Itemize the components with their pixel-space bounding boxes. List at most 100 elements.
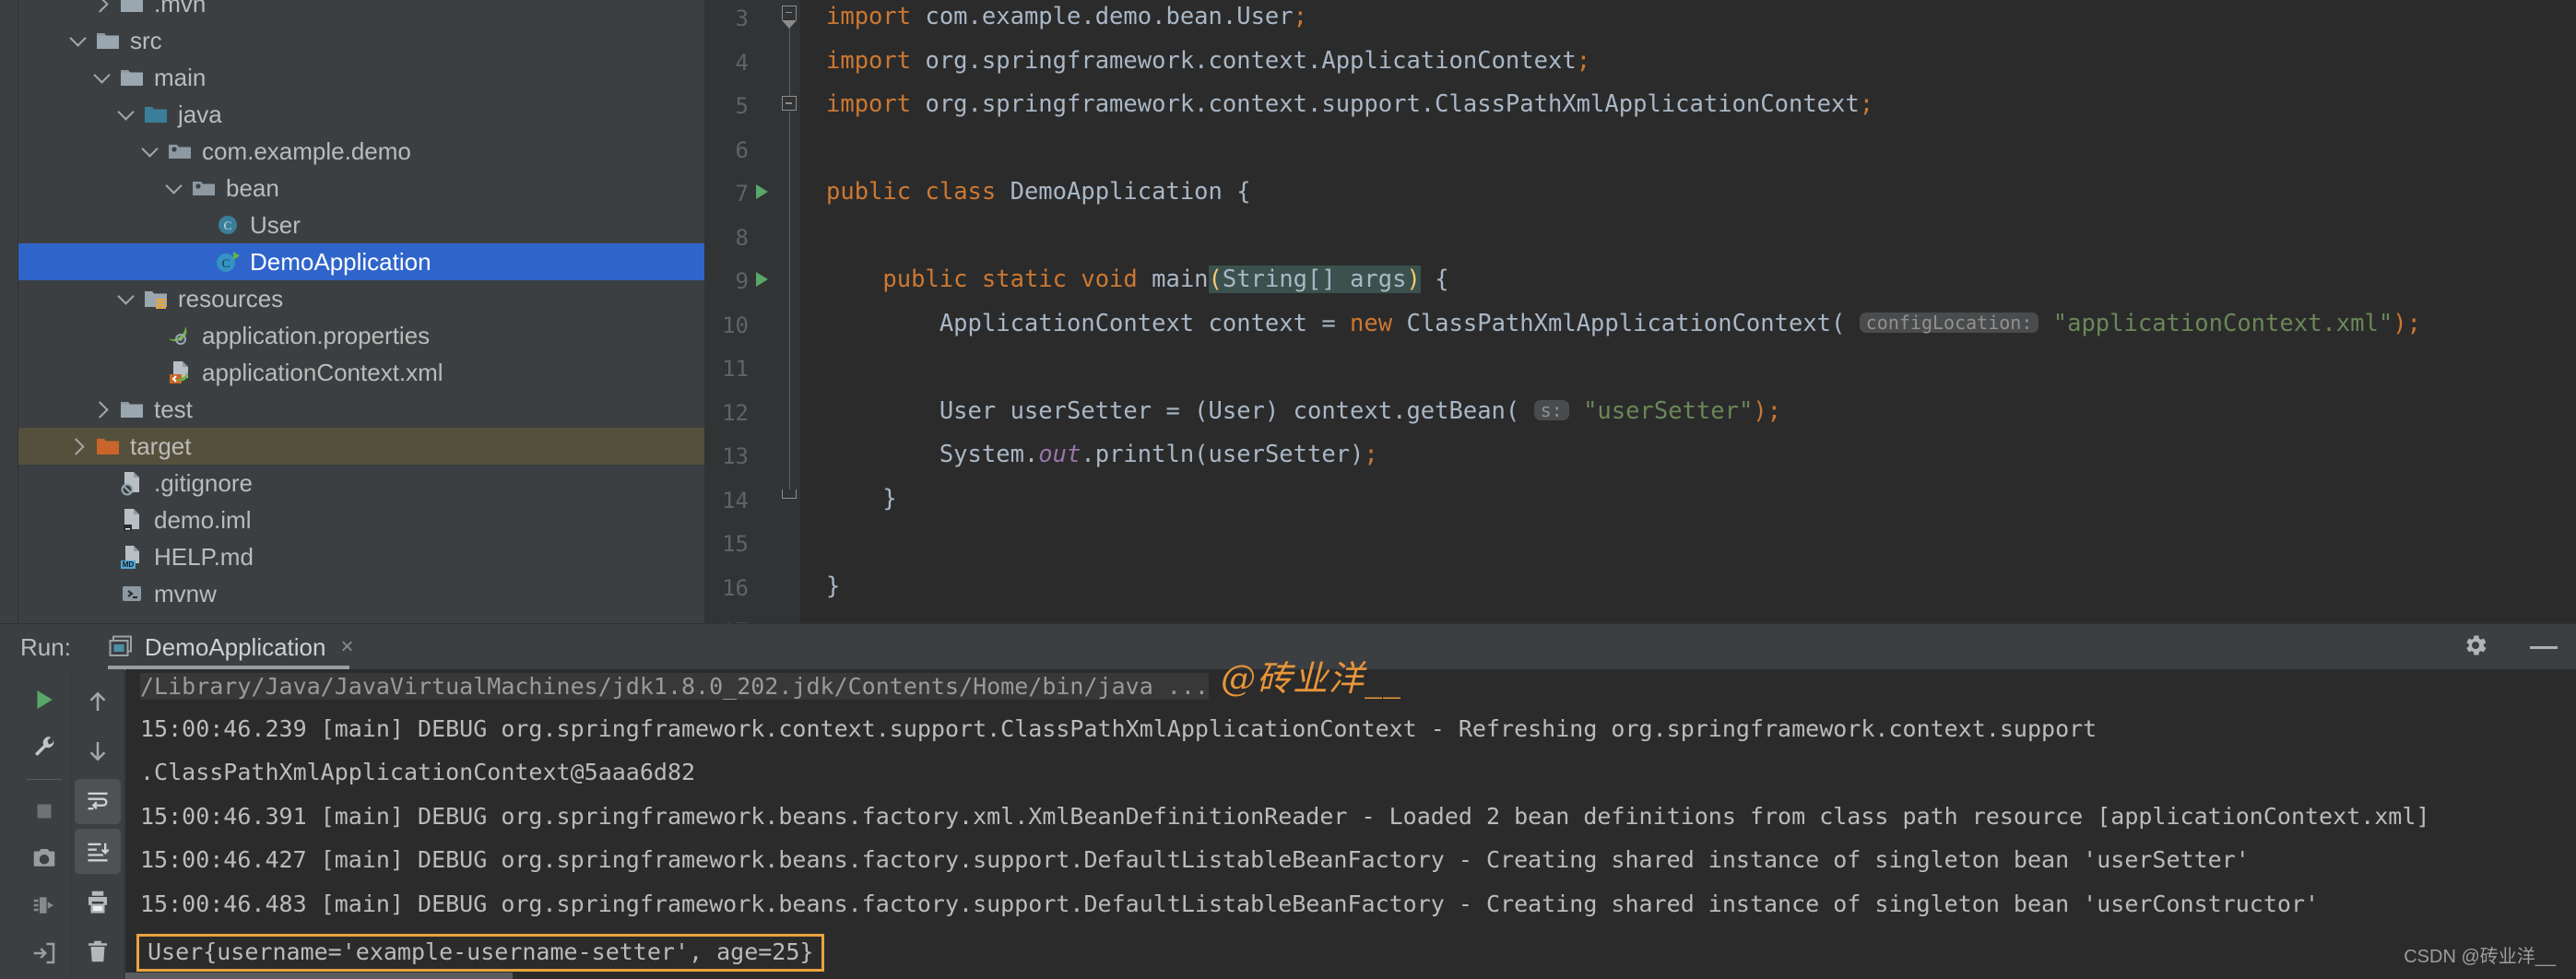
tree-item-label: mvnw	[154, 582, 217, 606]
tree-item-label: .gitignore	[154, 471, 253, 495]
run-toolbar-primary[interactable]	[18, 669, 71, 979]
tree-spacer	[90, 582, 114, 606]
code-line[interactable]: }	[826, 488, 897, 512]
tree-item--gitignore[interactable]: .gitignore	[18, 465, 704, 501]
settings-wrench-icon[interactable]	[21, 725, 67, 768]
tree-item-label: application.properties	[202, 324, 430, 348]
folder-resources-icon	[142, 285, 170, 313]
scroll-to-end-icon[interactable]	[75, 829, 121, 874]
debug-threads-icon[interactable]	[21, 884, 67, 926]
tree-item-user[interactable]: CUser	[18, 206, 704, 243]
console-horizontal-scrollbar[interactable]	[125, 973, 513, 979]
console-line: 15:00:46.391 [main] DEBUG org.springfram…	[140, 805, 2429, 828]
tree-item-label: DemoApplication	[250, 250, 431, 274]
editor-gutter[interactable]: 34567891011121314151617	[704, 0, 800, 623]
tree-item-label: HELP.md	[154, 545, 254, 569]
code-line[interactable]: public class DemoApplication {	[826, 181, 1251, 205]
chevron-down-icon[interactable]	[114, 287, 138, 311]
code-line[interactable]: System.out.println(userSetter);	[826, 443, 1378, 467]
tree-item-src[interactable]: src	[18, 22, 704, 59]
tree-item-label: bean	[226, 176, 279, 200]
arrow-down-icon[interactable]	[75, 728, 121, 773]
console-output[interactable]: /Library/Java/JavaVirtualMachines/jdk1.8…	[125, 669, 2576, 979]
fold-region-end-icon[interactable]	[782, 490, 797, 499]
code-line[interactable]: public static void main(String[] args) {	[826, 268, 1449, 292]
spring-properties-icon	[166, 322, 194, 349]
tree-item-application-properties[interactable]: application.properties	[18, 317, 704, 354]
gear-icon[interactable]	[2462, 631, 2489, 664]
line-number: 15	[722, 533, 749, 555]
fold-region-line	[789, 28, 791, 97]
console-line: /Library/Java/JavaVirtualMachines/jdk1.8…	[140, 673, 1209, 700]
editor-code-area[interactable]: import com.example.demo.bean.User; import…	[800, 0, 2576, 623]
chevron-down-icon[interactable]	[114, 102, 138, 126]
tree-item-bean[interactable]: bean	[18, 170, 704, 206]
fold-collapse-icon[interactable]	[782, 96, 797, 111]
print-icon[interactable]	[75, 879, 121, 924]
chevron-down-icon[interactable]	[90, 65, 114, 89]
chevron-right-icon[interactable]	[90, 0, 114, 16]
tree-item-demo-iml[interactable]: demo.iml	[18, 501, 704, 538]
run-tab-label: DemoApplication	[145, 635, 326, 659]
soft-wrap-icon[interactable]	[75, 779, 121, 824]
line-number: 5	[736, 95, 749, 117]
code-line[interactable]: import org.springframework.context.suppo…	[826, 93, 1873, 117]
line-number: 12	[722, 402, 749, 424]
inlay-hint-s: s:	[1534, 400, 1569, 420]
code-line[interactable]: import org.springframework.context.Appli…	[826, 50, 1590, 74]
tree-item-mvnw[interactable]: mvnw	[18, 575, 704, 612]
tree-item-target[interactable]: target	[18, 428, 704, 465]
line-number: 11	[722, 358, 749, 380]
tree-item--mvn[interactable]: .mvn	[18, 0, 704, 22]
tree-item-label: test	[154, 397, 193, 421]
arrow-up-icon[interactable]	[75, 678, 121, 724]
console-line: 15:00:46.483 [main] DEBUG org.springfram…	[140, 892, 2319, 915]
line-number: 14	[722, 490, 749, 512]
tree-item-main[interactable]: main	[18, 59, 704, 96]
project-tree-rows: .mvn srcmainjava com.example.demo bean CUser…	[18, 0, 704, 612]
trash-icon[interactable]	[75, 929, 121, 974]
folder-gray-icon	[94, 27, 122, 54]
markdown-file-icon: MD	[118, 543, 146, 571]
folder-gray-icon	[118, 0, 146, 18]
tree-item-help-md[interactable]: MD HELP.md	[18, 538, 704, 575]
tree-spacer	[138, 324, 162, 348]
project-tree-panel[interactable]: .mvn srcmainjava com.example.demo bean CUser…	[0, 0, 704, 623]
chevron-right-icon[interactable]	[90, 397, 114, 421]
line-number: 4	[736, 52, 749, 74]
tree-item-label: .mvn	[154, 0, 206, 16]
chevron-down-icon[interactable]	[138, 139, 162, 163]
tree-item-label: com.example.demo	[202, 139, 411, 163]
run-gutter-icon[interactable]	[756, 184, 768, 199]
code-line[interactable]: }	[826, 575, 840, 599]
chevron-down-icon[interactable]	[66, 29, 90, 53]
tree-item-label: demo.iml	[154, 508, 251, 532]
folder-gray-icon	[118, 64, 146, 91]
code-line[interactable]: import com.example.demo.bean.User;	[826, 6, 1307, 29]
tree-spacer	[138, 360, 162, 384]
camera-snapshot-icon[interactable]	[21, 837, 67, 879]
tree-item-com-example-demo[interactable]: com.example.demo	[18, 133, 704, 170]
tree-item-test[interactable]: test	[18, 391, 704, 428]
close-icon[interactable]: ×	[340, 636, 353, 658]
minimize-icon[interactable]	[2530, 646, 2558, 649]
run-toolbar-secondary[interactable]	[72, 669, 124, 979]
run-gutter-icon[interactable]	[756, 272, 768, 287]
tree-item-demoapplication[interactable]: CDemoApplication	[18, 243, 704, 280]
run-label: Run:	[20, 635, 71, 659]
code-line[interactable]: User userSetter = (User) context.getBean…	[826, 400, 1781, 424]
tree-item-resources[interactable]: resources	[18, 280, 704, 317]
fold-collapse-icon[interactable]	[782, 6, 797, 20]
chevron-down-icon[interactable]	[162, 176, 186, 200]
package-icon	[166, 137, 194, 165]
code-line[interactable]: ApplicationContext context = new ClassPa…	[826, 313, 2421, 336]
run-tab-demoapplication[interactable]: DemoApplication ×	[108, 624, 363, 670]
chevron-right-icon[interactable]	[66, 434, 90, 458]
tree-item-applicationcontext-xml[interactable]: applicationContext.xml	[18, 354, 704, 391]
stop-icon[interactable]	[21, 790, 67, 832]
tree-item-java[interactable]: java	[18, 96, 704, 133]
rerun-icon[interactable]	[21, 678, 67, 721]
svg-text:C: C	[224, 218, 232, 232]
export-icon[interactable]	[21, 932, 67, 974]
code-editor[interactable]: 34567891011121314151617 import com.examp…	[704, 0, 2576, 623]
